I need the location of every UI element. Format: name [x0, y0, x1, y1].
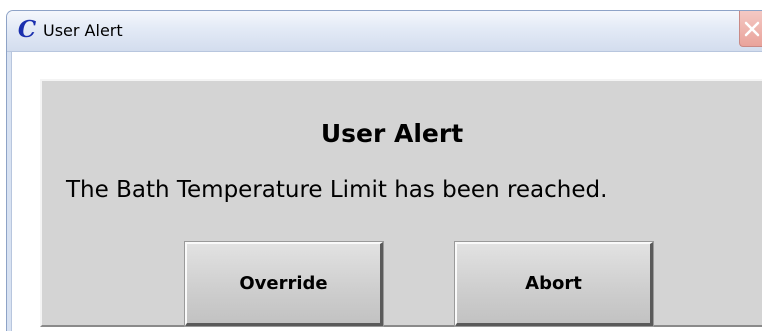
alert-message: The Bath Temperature Limit has been reac… — [66, 177, 608, 203]
abort-button-label: Abort — [525, 273, 582, 294]
override-button-label: Override — [239, 273, 328, 294]
alert-window: C User Alert User Alert The Bath Tempera… — [6, 10, 762, 331]
abort-button[interactable]: Abort — [454, 241, 654, 327]
alert-heading: User Alert — [320, 119, 464, 148]
alert-panel: User Alert The Bath Temperature Limit ha… — [40, 79, 762, 327]
window-title: User Alert — [43, 21, 123, 40]
c-logo-icon: C — [17, 16, 37, 43]
close-button[interactable] — [739, 11, 762, 47]
close-icon — [744, 21, 760, 37]
title-bar[interactable]: C User Alert — [7, 11, 762, 52]
window-client-area: User Alert The Bath Temperature Limit ha… — [11, 52, 762, 331]
override-button[interactable]: Override — [184, 241, 384, 327]
